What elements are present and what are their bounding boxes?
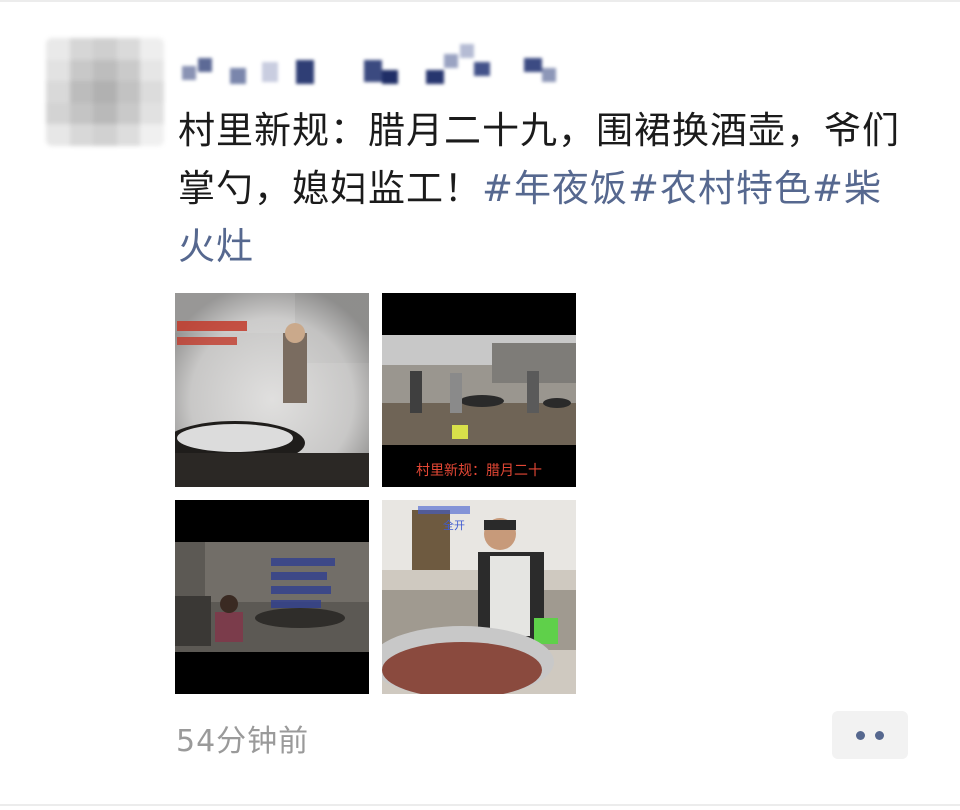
moments-post-card: 村里新规：腊月二十九，围裙换酒壶，爷们掌勺，媳妇监工！#年夜饭#农村特色#柴火灶 — [0, 0, 960, 810]
photo-3[interactable] — [175, 500, 369, 694]
photo-1[interactable] — [175, 293, 369, 487]
bottom-divider — [0, 804, 960, 806]
more-button[interactable] — [832, 711, 908, 759]
photo-4[interactable]: 全开 — [382, 500, 576, 694]
photo-3-image — [175, 500, 369, 694]
nickname-pixelated[interactable] — [178, 44, 598, 94]
avatar[interactable] — [46, 38, 164, 146]
photo-1-image — [175, 293, 369, 487]
hashtag-nongcun-tese[interactable]: #农村特色 — [628, 167, 812, 210]
photo-2[interactable]: 村里新规：腊月二十 — [382, 293, 576, 487]
more-dots-icon — [856, 730, 865, 740]
more-dots-icon-dot-2 — [875, 730, 884, 740]
photo-4-overlay-text: 全开 — [443, 518, 465, 532]
photo-2-overlay-text: 村里新规：腊月二十 — [416, 463, 542, 479]
photo-4-image: 全开 — [382, 500, 576, 694]
post-time: 54分钟前 — [176, 724, 310, 759]
post-text: 村里新规：腊月二十九，围裙换酒壶，爷们掌勺，媳妇监工！#年夜饭#农村特色#柴火灶 — [178, 102, 918, 276]
top-divider — [0, 0, 960, 2]
hashtag-nianyefan[interactable]: #年夜饭 — [482, 167, 628, 210]
photo-2-image: 村里新规：腊月二十 — [382, 293, 576, 487]
photo-grid: 村里新规：腊月二十 全开 — [175, 293, 577, 695]
